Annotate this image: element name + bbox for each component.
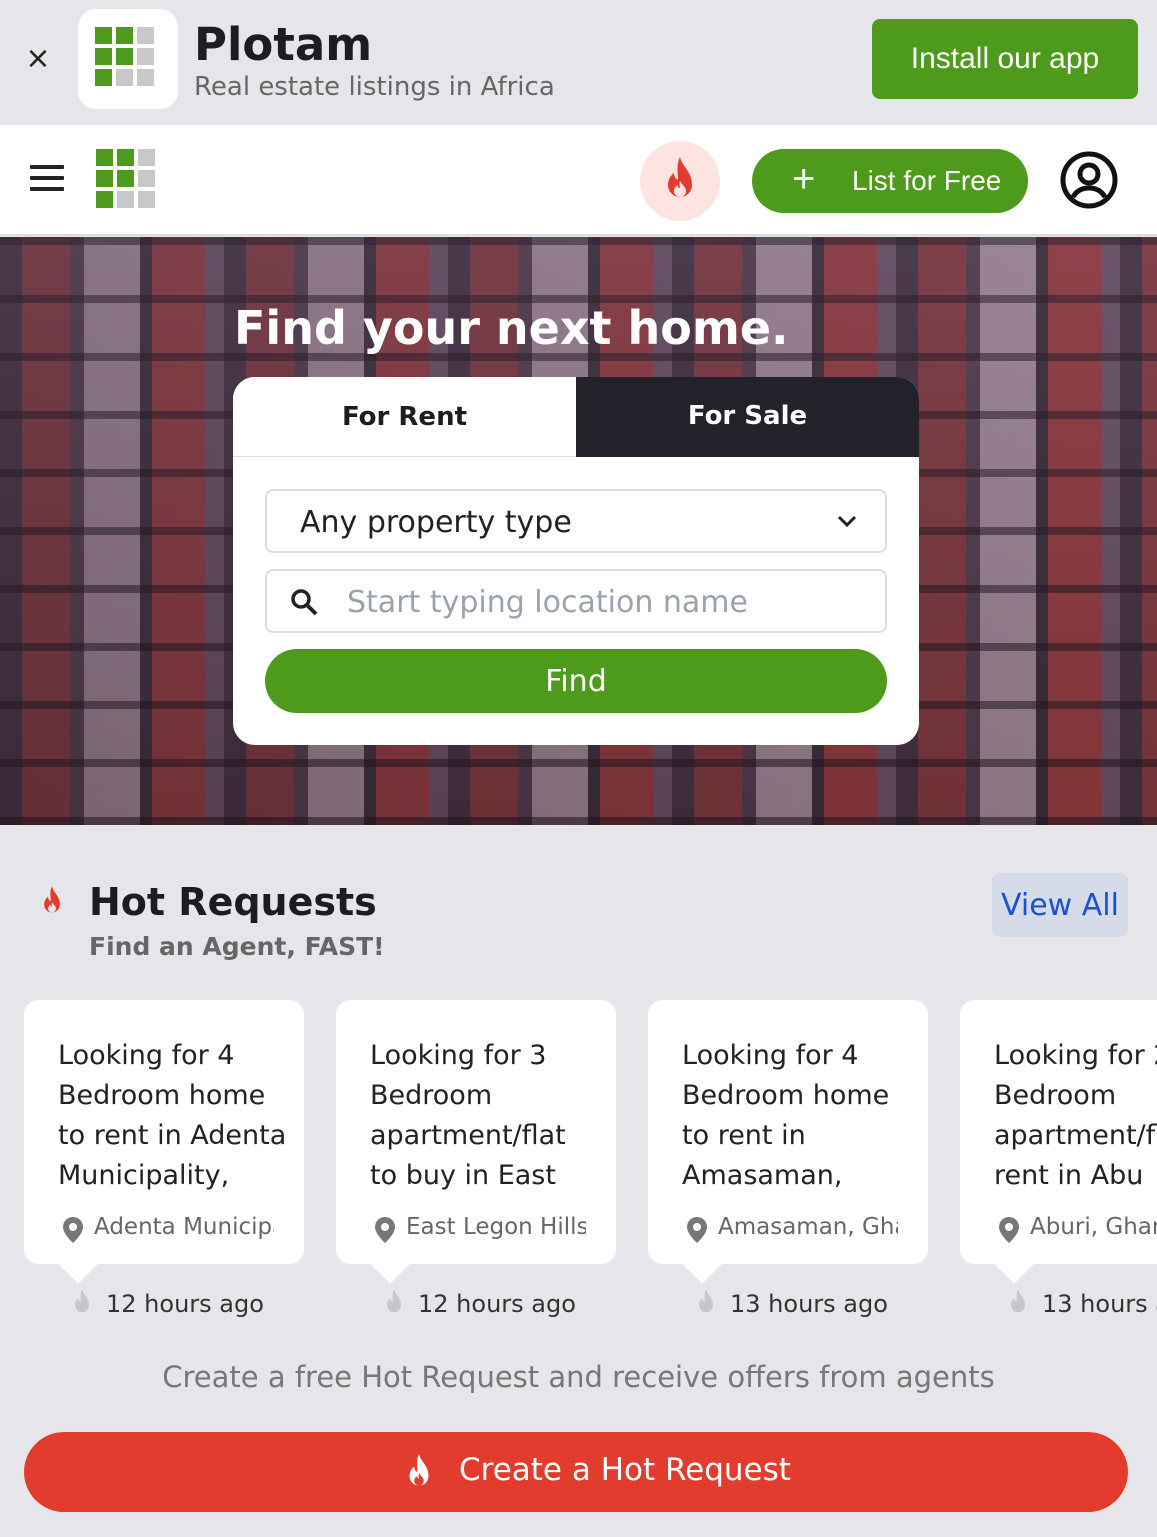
app-tagline: Real estate listings in Africa [194, 72, 555, 102]
request-location-text: Amasaman, Ghai [718, 1214, 898, 1240]
create-hot-request-button[interactable]: Create a Hot Request [24, 1432, 1128, 1512]
hot-request-card[interactable]: Looking for 3 Bedroom apartment/flat to … [336, 1000, 616, 1264]
hot-requests-subtitle: Find an Agent, FAST! [89, 932, 385, 961]
create-hot-request-label: Create a Hot Request [459, 1452, 791, 1488]
view-all-button[interactable]: View All [992, 873, 1128, 937]
hot-request-card[interactable]: Looking for 4 Bedroom home to rent in Ad… [24, 1000, 304, 1264]
hot-requests-button[interactable] [640, 141, 720, 221]
hero-section: Find your next home. For Rent For Sale A… [0, 237, 1157, 825]
tab-for-sale[interactable]: For Sale [576, 377, 919, 457]
install-app-button[interactable]: Install our app [872, 19, 1138, 99]
app-name: Plotam [194, 18, 373, 71]
request-location: Amasaman, Ghai [686, 1214, 898, 1246]
find-button[interactable]: Find [265, 649, 887, 713]
location-search [265, 569, 887, 633]
request-description: Looking for 4 Bedroom home to rent in Ad… [58, 1040, 287, 1191]
plotam-logo-icon [78, 9, 178, 109]
flame-icon [409, 1454, 429, 1486]
hot-requests-carousel[interactable]: Looking for 4 Bedroom home to rent in Ad… [24, 1000, 1157, 1330]
close-icon[interactable]: × [22, 44, 54, 76]
plotam-logo-icon[interactable] [96, 149, 155, 208]
request-location: Adenta Municipa [62, 1214, 274, 1246]
hero-title: Find your next home. [234, 301, 789, 355]
property-type-value: Any property type [300, 505, 572, 540]
hot-request-cta-text: Create a free Hot Request and receive of… [162, 1360, 995, 1394]
request-location-text: Adenta Municipa [94, 1214, 274, 1240]
location-pin-icon [687, 1217, 707, 1243]
request-time-text: 13 hours ago [730, 1290, 888, 1318]
account-icon[interactable] [1060, 151, 1118, 213]
location-pin-icon [999, 1217, 1019, 1243]
flame-icon [387, 1289, 401, 1313]
header-nav: + List for Free [0, 125, 1157, 236]
list-for-free-button[interactable]: + List for Free [752, 149, 1028, 213]
hot-request-card[interactable]: Looking for 2 Bedroom apartment/fla to r… [960, 1000, 1157, 1264]
flame-icon [44, 886, 60, 913]
list-for-free-label: List for Free [852, 165, 1002, 196]
request-location: East Legon Hills, [374, 1214, 586, 1246]
request-location: Aburi, Ghana [998, 1214, 1157, 1246]
request-description: Looking for 2 Bedroom apartment/fla to r… [994, 1040, 1157, 1191]
request-description: Looking for 3 Bedroom apartment/flat to … [370, 1040, 566, 1191]
request-location-text: East Legon Hills, [406, 1214, 586, 1240]
request-description: Looking for 4 Bedroom home to rent in Am… [682, 1040, 890, 1191]
location-input[interactable] [347, 579, 867, 625]
hamburger-icon[interactable] [30, 165, 64, 191]
chevron-down-icon [837, 515, 857, 528]
flame-icon [1011, 1289, 1025, 1313]
request-time-text: 12 hours ago [418, 1290, 576, 1318]
search-card: For Rent For Sale Any property type Find [233, 377, 919, 745]
plus-icon: + [792, 157, 816, 201]
hot-request-card[interactable]: Looking for 4 Bedroom home to rent in Am… [648, 1000, 928, 1264]
request-location-text: Aburi, Ghana [1030, 1214, 1157, 1240]
tab-for-rent[interactable]: For Rent [233, 377, 576, 457]
search-icon [291, 589, 318, 616]
location-pin-icon [375, 1217, 395, 1243]
flame-icon [699, 1289, 713, 1313]
request-time-text: 12 hours ago [106, 1290, 264, 1318]
app-install-banner: × Plotam Real estate listings in Africa … [0, 0, 1157, 125]
request-time-text: 13 hours ag [1042, 1290, 1157, 1318]
location-pin-icon [63, 1217, 83, 1243]
flame-icon [75, 1289, 89, 1313]
property-type-select[interactable]: Any property type [265, 489, 887, 553]
hot-requests-title: Hot Requests [89, 880, 377, 924]
flame-icon [668, 157, 692, 197]
